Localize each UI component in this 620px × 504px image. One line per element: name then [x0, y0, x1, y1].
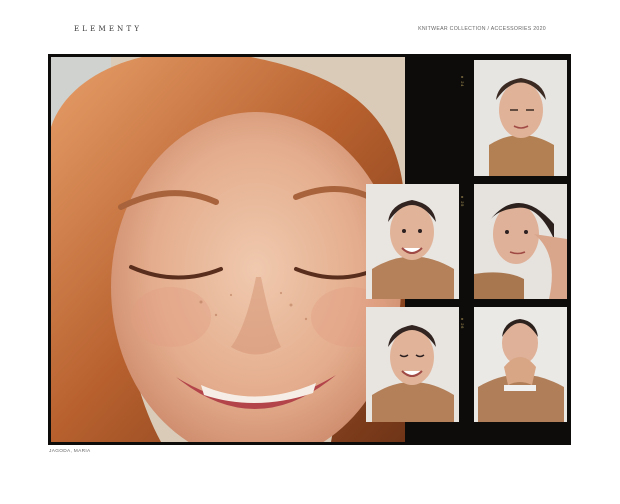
collection-title: KNITWEAR COLLECTION / ACCESSORIES 2020: [418, 26, 546, 32]
contact-sheet-frame-2: [366, 184, 459, 299]
contact-sheet-frame-4: [366, 307, 459, 422]
contact-sheet-frame-3: [474, 184, 567, 299]
contact-sheet-frame-1: [474, 60, 567, 176]
photo-spread: ▸ 24 ▸ 25 ▸ 26: [48, 54, 571, 445]
photo-caption: JAGODA, MARIA: [49, 449, 91, 454]
hero-portrait-photo: [51, 57, 405, 442]
contact-sheet-frame-5: [474, 307, 567, 422]
film-edge-label: ▸ 25: [460, 194, 465, 207]
smiling-woman-illustration: [51, 57, 405, 442]
film-edge-label: ▸ 24: [460, 74, 465, 87]
brand-logo: ELEMENTY: [74, 25, 143, 33]
film-edge-label: ▸ 26: [460, 316, 465, 329]
